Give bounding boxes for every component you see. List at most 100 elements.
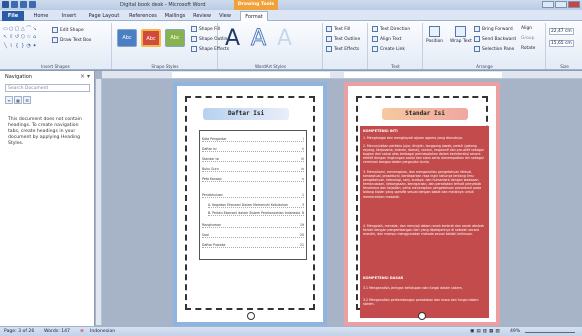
effects-icon bbox=[191, 46, 197, 52]
vertical-ruler[interactable] bbox=[96, 79, 102, 325]
zoom-level[interactable]: 49% bbox=[510, 329, 520, 334]
close-icon[interactable]: × ▾ bbox=[80, 73, 90, 80]
toc-row[interactable]: Soal 20 bbox=[202, 233, 304, 238]
align-button[interactable]: Align bbox=[521, 26, 532, 31]
wordart-style-1[interactable]: A bbox=[225, 28, 240, 50]
create-link-label: Create Link bbox=[380, 46, 405, 52]
navigation-message: This document does not contain headings.… bbox=[8, 117, 82, 146]
ribbon-tabs: File Home Insert Page Layout References … bbox=[0, 10, 582, 21]
table-of-contents[interactable]: Kata Pengantar i Daftar Isi ii Standar Isi ii… bbox=[199, 130, 307, 260]
word-icon bbox=[2, 1, 9, 8]
page-standar-isi[interactable]: Standar Isi KOMPETENSI INTI 1. Mengharga… bbox=[344, 82, 500, 326]
word-count[interactable]: Words: 147 bbox=[44, 329, 70, 334]
toc-row[interactable]: Daftar Isi ii bbox=[202, 147, 304, 152]
toc-row[interactable]: Pendahuluan 1 bbox=[202, 193, 304, 198]
toc-entry-page: 20 bbox=[299, 233, 304, 237]
quick-access-toolbar[interactable] bbox=[2, 1, 36, 8]
edit-shape-button[interactable]: Edit Shape bbox=[52, 27, 84, 33]
text-effects-button[interactable]: Text Effects bbox=[326, 46, 359, 52]
zoom-slider[interactable] bbox=[525, 332, 575, 333]
shape-style-blue[interactable]: Abc bbox=[117, 29, 137, 47]
shape-style-red[interactable]: Abc bbox=[141, 29, 161, 47]
toc-row[interactable]: A. Kegiatan Ekonomi Dalam Memenuhi Kebut… bbox=[208, 203, 304, 208]
pages-tab-icon[interactable]: ▦ bbox=[14, 96, 22, 104]
toc-row[interactable]: B. Pelaku Ekonomi dalam Sistem Perekonom… bbox=[208, 211, 304, 216]
text-fill-button[interactable]: Text Fill bbox=[326, 26, 350, 32]
toc-entry-title: Rangkuman bbox=[202, 223, 221, 227]
toc-entry-page: i bbox=[303, 137, 304, 141]
wordart-style-3[interactable]: A bbox=[277, 28, 292, 50]
toc-row[interactable]: Buku Guru iv bbox=[202, 167, 304, 172]
group-label: WordArt Styles bbox=[254, 64, 287, 69]
selection-pane-button[interactable]: Selection Pane bbox=[474, 46, 514, 52]
toc-entry-page: iii bbox=[301, 157, 304, 161]
wrap-text-button[interactable]: Wrap Text bbox=[450, 26, 472, 44]
tab-home[interactable]: Home bbox=[30, 11, 52, 21]
group-label: Insert Shapes bbox=[41, 64, 70, 69]
results-tab-icon[interactable]: ☰ bbox=[23, 96, 31, 104]
shape-height-input[interactable]: 22,47 cm bbox=[549, 28, 574, 35]
selected-text-box[interactable]: KOMPETENSI INTI 1. Menghargai dan mengha… bbox=[360, 126, 489, 318]
search-input[interactable]: Search Document bbox=[5, 84, 90, 92]
view-buttons[interactable]: ▣▤▥▦▧ bbox=[470, 329, 502, 334]
toc-row[interactable]: Standar Isi iii bbox=[202, 157, 304, 162]
text-outline-button[interactable]: Text Outline bbox=[326, 36, 360, 42]
toc-row[interactable]: Daftar Pustaka 21 bbox=[202, 243, 304, 248]
tab-file[interactable]: File bbox=[2, 11, 24, 21]
shapes-gallery[interactable]: ▭ ○ ▢ △ ⌒ ↘ ↖ ⇧ ↺ ⬡ ☆ ⌂ ╲ ⌇{} ◔ ✦ bbox=[3, 26, 37, 50]
rotate-button[interactable]: Rotate bbox=[521, 46, 535, 51]
undo-icon[interactable] bbox=[20, 1, 27, 8]
create-link-button[interactable]: Create Link bbox=[372, 46, 405, 52]
pen-icon bbox=[191, 36, 197, 42]
headings-tab-icon[interactable]: ≡ bbox=[5, 96, 13, 104]
page-count[interactable]: Page: 3 of 26 bbox=[4, 329, 34, 334]
toc-entry-title: Pendahuluan bbox=[202, 193, 223, 197]
shape-width-input[interactable]: 15,65 cm bbox=[549, 40, 574, 47]
bring-forward-button[interactable]: Bring Forward bbox=[474, 26, 513, 32]
language-indicator[interactable]: Indonesian bbox=[90, 329, 115, 334]
close-button[interactable] bbox=[568, 1, 580, 8]
tab-review[interactable]: Review bbox=[190, 11, 214, 21]
toc-row[interactable]: Rangkuman 19 bbox=[202, 223, 304, 228]
selection-pane-label: Selection Pane bbox=[482, 46, 515, 52]
redo-icon[interactable] bbox=[29, 1, 36, 8]
toc-entry-page: iv bbox=[301, 167, 304, 171]
selection-pane-icon bbox=[474, 46, 480, 52]
tab-references[interactable]: References bbox=[126, 11, 160, 21]
text-fill-icon bbox=[326, 26, 332, 32]
tab-page-layout[interactable]: Page Layout bbox=[84, 11, 124, 21]
page-daftar-isi[interactable]: Daftar Isi Kata Pengantar i Daftar Isi ii St… bbox=[173, 82, 327, 326]
text-direction-icon bbox=[372, 26, 378, 32]
tab-mailings[interactable]: Mailings bbox=[161, 11, 189, 21]
tab-view[interactable]: View bbox=[215, 11, 235, 21]
text-effects-label: Text Effects bbox=[334, 46, 360, 52]
save-icon[interactable] bbox=[11, 1, 18, 8]
wrap-text-label: Wrap Text bbox=[450, 39, 472, 44]
toc-row[interactable]: Peta Konsep v bbox=[202, 177, 304, 182]
align-text-button[interactable]: Align Text bbox=[372, 36, 401, 42]
toc-entry-title: B. Pelaku Ekonomi dalam Sistem Perekonom… bbox=[208, 211, 301, 215]
send-backward-button[interactable]: Send Backward bbox=[474, 36, 516, 42]
minimize-button[interactable] bbox=[542, 1, 554, 8]
wordart-style-2[interactable]: A bbox=[250, 27, 266, 50]
group-label: Size bbox=[560, 64, 569, 69]
horizontal-ruler[interactable] bbox=[102, 71, 582, 79]
toc-row[interactable]: Kata Pengantar i bbox=[202, 137, 304, 142]
draw-text-box-label: Draw Text Box bbox=[60, 37, 92, 43]
text-fill-label: Text Fill bbox=[334, 26, 351, 32]
tab-format[interactable]: Format bbox=[240, 11, 268, 21]
group-shape-styles: Abc Abc Abc Shape Fill Shape Outline Sha… bbox=[113, 23, 230, 69]
proofing-icon[interactable]: ⊗ bbox=[80, 329, 84, 334]
tab-insert[interactable]: Insert bbox=[58, 11, 80, 21]
maximize-button[interactable] bbox=[555, 1, 567, 8]
toc-entry-page: 21 bbox=[299, 243, 304, 247]
shape-style-green[interactable]: Abc bbox=[165, 29, 185, 47]
edit-shape-icon bbox=[52, 27, 58, 33]
text-direction-button[interactable]: Text Direction bbox=[372, 26, 410, 32]
status-bar: Page: 3 of 26 Words: 147 ⊗ Indonesian ▣▤… bbox=[0, 326, 582, 336]
toc-entry-page: 8 bbox=[301, 211, 304, 215]
draw-text-box-button[interactable]: Draw Text Box bbox=[52, 37, 91, 43]
position-button[interactable]: Position bbox=[426, 26, 443, 44]
shape-fill-button[interactable]: Shape Fill bbox=[191, 26, 220, 32]
group-button[interactable]: Group bbox=[521, 36, 534, 41]
